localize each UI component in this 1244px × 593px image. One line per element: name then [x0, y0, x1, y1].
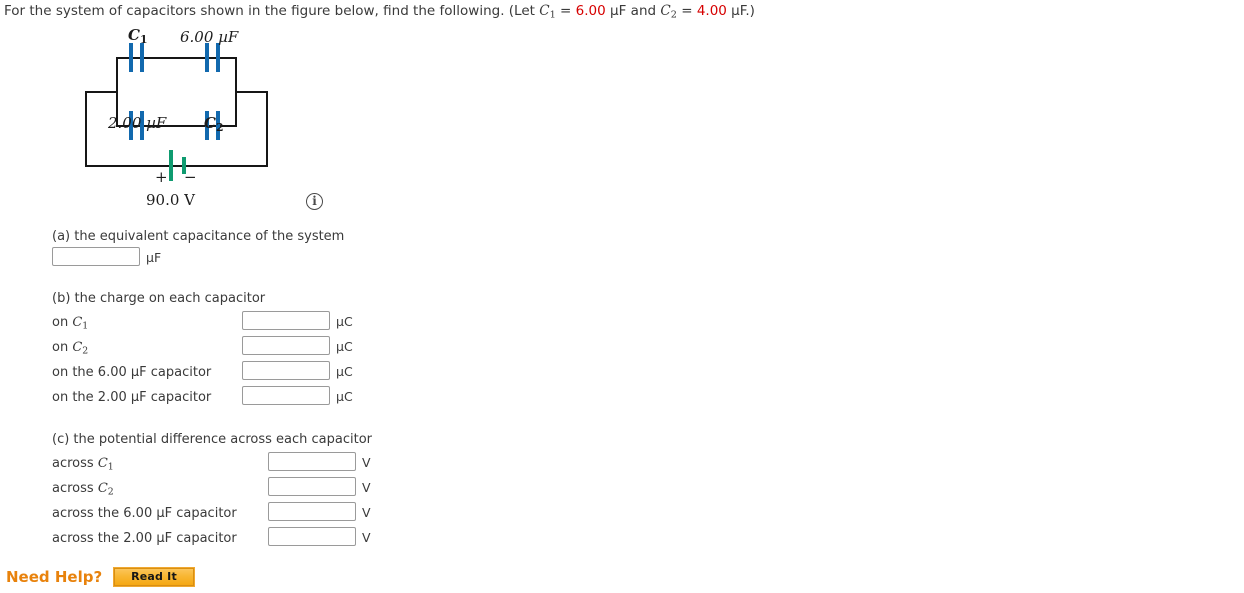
- part-b-row-3-label: on the 2.00 µF capacitor: [52, 390, 212, 405]
- part-c-row-2-input[interactable]: [268, 502, 356, 521]
- outer-box-top-left-wire: [85, 91, 118, 93]
- part-c-row-0-label: across C1: [52, 456, 114, 473]
- capacitor-6uf-plate-left: [205, 43, 209, 72]
- read-it-button[interactable]: Read It: [113, 567, 195, 587]
- part-c-row-3-label: across the 2.00 µF capacitor: [52, 531, 237, 546]
- part-c-row-3-unit: V: [362, 530, 371, 545]
- part-b-row-3-input[interactable]: [242, 386, 330, 405]
- part-c-row-2-label: across the 6.00 µF capacitor: [52, 506, 237, 521]
- capacitor-c1-plate-left: [129, 43, 133, 72]
- prompt-c2-value: 4.00: [696, 3, 727, 19]
- part-b-heading: (b) the charge on each capacitor: [52, 291, 266, 306]
- part-c-row-0-unit: V: [362, 455, 371, 470]
- prompt-c1-value: 6.00: [575, 3, 606, 19]
- figure-label-6uf: 6.00 µF: [180, 28, 239, 46]
- part-a-unit: µF: [146, 250, 162, 265]
- battery-plus-sign: +: [155, 168, 168, 186]
- outer-box-bottom-wire: [85, 165, 268, 167]
- prompt-unit2: µF.): [726, 3, 755, 19]
- need-help-label: Need Help?: [6, 568, 103, 586]
- part-a-answer-input[interactable]: [52, 247, 140, 266]
- part-c-row-1-unit: V: [362, 480, 371, 495]
- figure-label-c1: C1: [128, 26, 148, 47]
- battery-positive-plate: [169, 150, 173, 181]
- question-prompt: For the system of capacitors shown in th…: [4, 3, 755, 21]
- capacitor-c1-plate-right: [140, 43, 144, 72]
- part-a-heading: (a) the equivalent capacitance of the sy…: [52, 229, 345, 244]
- circuit-diagram: C1 6.00 µF 2.00 µF C2 + − 90.0 V: [70, 26, 370, 216]
- prompt-c2-symbol: C2: [660, 3, 677, 21]
- prompt-eq2: =: [676, 3, 697, 19]
- figure-label-2uf: 2.00 µF: [108, 114, 167, 132]
- part-b-row-1-label: on C2: [52, 340, 89, 357]
- prompt-c1-symbol: C1: [539, 3, 556, 21]
- outer-box-right-wire: [266, 91, 268, 166]
- part-c-row-1-input[interactable]: [268, 477, 356, 496]
- battery-minus-sign: −: [184, 168, 197, 186]
- outer-box-top-right-wire: [235, 91, 268, 93]
- prompt-eq1: =: [555, 3, 576, 19]
- part-c-row-1-label: across C2: [52, 481, 114, 498]
- prompt-text-before: For the system of capacitors shown in th…: [4, 3, 540, 19]
- part-c-row-2-unit: V: [362, 505, 371, 520]
- part-b-row-1-input[interactable]: [242, 336, 330, 355]
- part-b-row-0-input[interactable]: [242, 311, 330, 330]
- part-b-row-0-unit: µC: [336, 314, 353, 329]
- part-b-row-0-label: on C1: [52, 315, 89, 332]
- prompt-unit1: µF and: [605, 3, 661, 19]
- part-c-row-3-input[interactable]: [268, 527, 356, 546]
- part-c-heading: (c) the potential difference across each…: [52, 432, 373, 447]
- outer-box-left-wire: [85, 91, 87, 166]
- battery-voltage-label: 90.0 V: [146, 191, 195, 209]
- info-icon[interactable]: i: [306, 193, 323, 210]
- part-b-row-1-unit: µC: [336, 339, 353, 354]
- info-icon-glyph: i: [312, 194, 317, 208]
- part-b-row-2-input[interactable]: [242, 361, 330, 380]
- part-b-row-2-unit: µC: [336, 364, 353, 379]
- part-b-row-3-unit: µC: [336, 389, 353, 404]
- figure-label-c2: C2: [204, 114, 224, 135]
- part-b-row-2-label: on the 6.00 µF capacitor: [52, 365, 212, 380]
- part-c-row-0-input[interactable]: [268, 452, 356, 471]
- capacitor-6uf-plate-right: [216, 43, 220, 72]
